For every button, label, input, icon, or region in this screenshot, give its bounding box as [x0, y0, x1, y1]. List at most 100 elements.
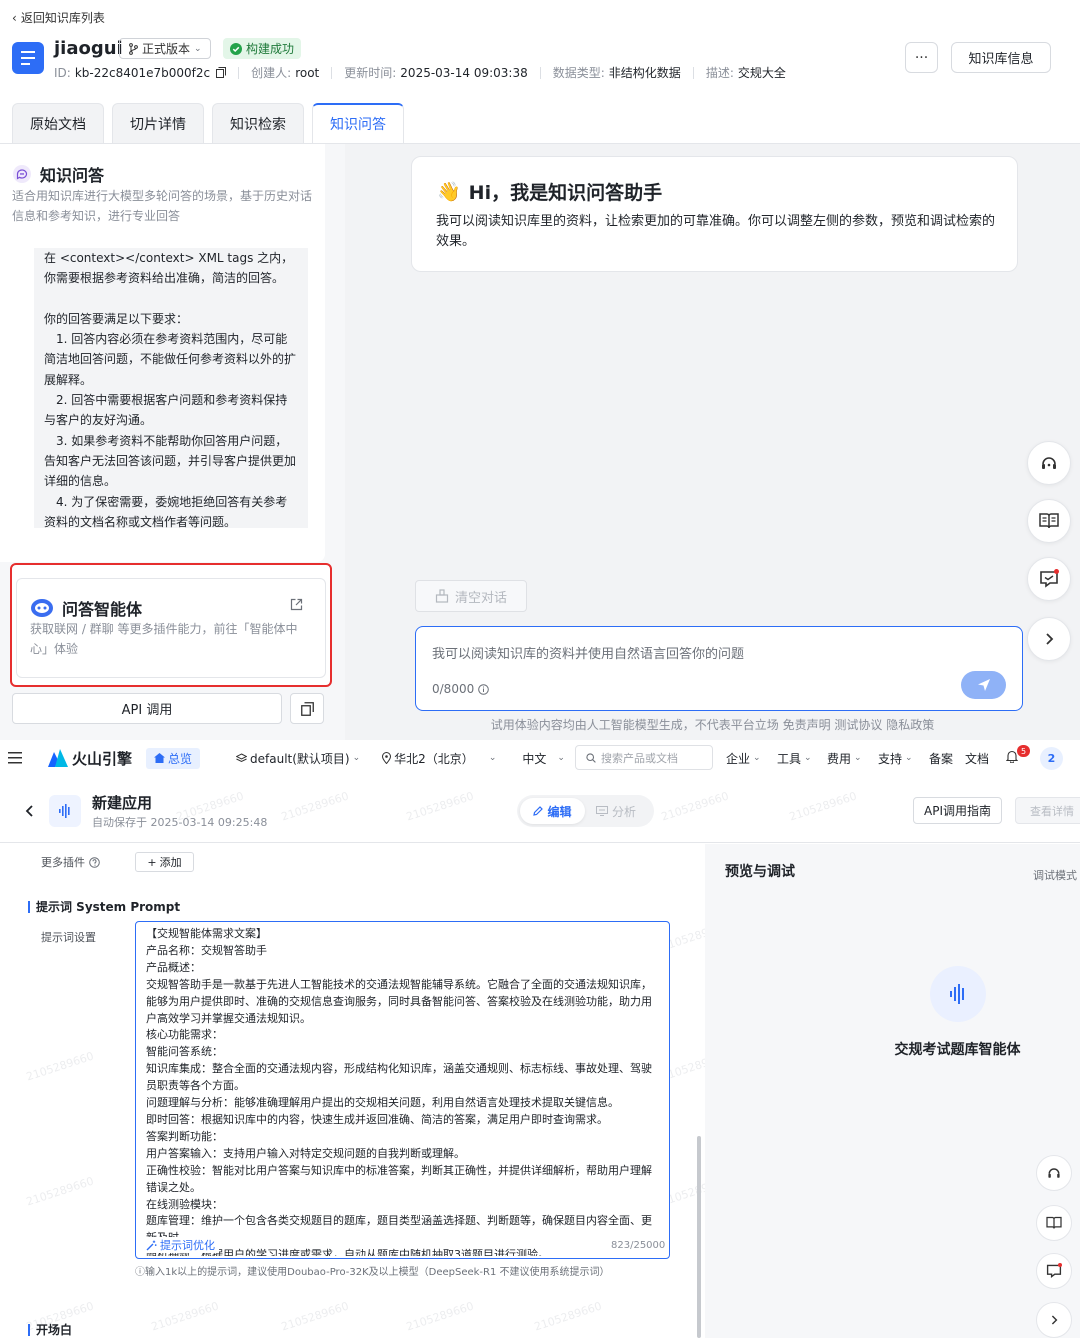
api-call-button[interactable]: API 调用	[12, 693, 282, 724]
qa-description: 适合用知识库进行大模型多轮问答的场景，基于历史对话信息和参考知识，进行专业回答	[12, 189, 313, 223]
top-nav: 火山引擎 总览 default(默认项目) ⌄ 华北2（北京） ⌄ 中文 ⌄ 企…	[0, 740, 1080, 776]
expand-button[interactable]	[1036, 1302, 1072, 1338]
external-link-icon[interactable]	[290, 598, 303, 611]
nav-support[interactable]: 支持 ⌄	[878, 750, 913, 767]
user-avatar[interactable]: 2	[1040, 747, 1063, 770]
search-icon	[586, 752, 596, 763]
qa-agent-title: 问答智能体	[30, 596, 142, 620]
chevron-down-icon: ⌄	[804, 753, 812, 763]
kb-id: kb-22c8401e7b000f2c	[74, 65, 211, 80]
qa-prompt-text[interactable]: 在 <context></context> XML tags 之内，你需要根据参…	[34, 248, 308, 528]
copy-icon[interactable]	[216, 67, 227, 78]
feedback-button[interactable]	[1027, 557, 1071, 601]
tab-retrieval[interactable]: 知识检索	[212, 103, 304, 143]
back-to-kb-list-link[interactable]: ‹ 返回知识库列表	[12, 9, 105, 26]
chevron-down-icon: ⌄	[488, 753, 497, 763]
docs-button[interactable]	[1027, 499, 1071, 543]
prompt-hint: ⓘ输入1k以上的提示词，建议使用Doubao-Pro-32K及以上模型（Deep…	[135, 1267, 610, 1278]
sound-wave-icon	[59, 804, 70, 818]
nav-overview[interactable]: 总览	[146, 747, 201, 769]
system-prompt-text: 【交规智能体需求文案】 产品名称：交规智答助手 产品概述： 交规智答助手是一款基…	[146, 927, 652, 1256]
add-plugin-button[interactable]: + 添加	[135, 852, 194, 872]
info-icon	[478, 683, 490, 695]
feedback-button[interactable]	[1036, 1253, 1072, 1289]
qa-agent-description: 获取联网 / 群聊 等更多插件能力，前往「智能体中心」体验	[30, 622, 298, 656]
tab-chunks[interactable]: 切片详情	[112, 103, 204, 143]
chevron-left-icon: ‹	[12, 10, 17, 25]
hamburger-menu-icon[interactable]	[8, 752, 22, 764]
kb-meta-row: ID: kb-22c8401e7b000f2c 创建人: root 更新时间: 202…	[54, 65, 786, 81]
welcome-title: 👋 Hi，我是知识问答助手	[437, 181, 663, 204]
branch-icon	[129, 42, 138, 55]
prompt-optimize-button[interactable]: 提示词优化	[146, 1237, 219, 1253]
disclaimer: 试用体验内容均由人工智能模型生成，不代表平台立场 免责声明 测试协议 隐私政策	[490, 718, 935, 732]
robot-icon	[31, 599, 53, 617]
pencil-icon	[533, 806, 544, 816]
scrollbar[interactable]	[697, 1136, 701, 1338]
chat-input-placeholder: 我可以阅读知识库的资料并使用自然语言回答你的问题	[432, 647, 745, 662]
app-builder-screen: 2105289660 2105289660 2105289660 2105289…	[0, 740, 1080, 1338]
api-guide-button[interactable]: API调用指南	[913, 797, 1002, 824]
plus-icon: +	[147, 855, 157, 869]
chart-icon	[596, 806, 608, 816]
chat-input[interactable]	[415, 626, 1023, 711]
expand-button[interactable]	[1027, 617, 1071, 661]
watermark: 2105289660	[532, 1299, 604, 1334]
chevron-left-icon[interactable]	[24, 804, 34, 818]
message-icon	[1040, 569, 1059, 588]
send-button[interactable]	[961, 671, 1006, 699]
book-icon	[1046, 1216, 1062, 1229]
knowledge-base-icon	[12, 42, 44, 74]
chevron-down-icon: ⌄	[194, 43, 202, 54]
product-search-input[interactable]: 搜索产品或文档	[575, 745, 713, 770]
tab-raw-docs[interactable]: 原始文档	[12, 103, 104, 143]
view-detail-button[interactable]: 查看详情	[1015, 797, 1080, 824]
chevron-down-icon: ⌄	[905, 753, 913, 763]
knowledge-base-screen: ‹ 返回知识库列表 jiaogui 正式版本 ⌄ 构建成功 ID: kb-22c8…	[0, 0, 1080, 740]
customer-service-button[interactable]	[1027, 441, 1071, 485]
more-button[interactable]: ···	[905, 42, 938, 73]
chevron-down-icon: ⌄	[854, 753, 862, 763]
customer-service-button[interactable]	[1036, 1155, 1072, 1191]
home-icon	[154, 753, 166, 763]
kb-tabs: 原始文档 切片详情 知识检索 知识问答	[12, 103, 404, 143]
wave-hand-icon: 👋	[437, 181, 461, 203]
clear-conversation-button[interactable]: 清空对话	[415, 580, 527, 612]
version-select[interactable]: 正式版本 ⌄	[119, 38, 211, 59]
nav-tools[interactable]: 工具 ⌄	[777, 750, 812, 767]
chevron-right-icon	[1046, 633, 1054, 645]
watermark: 2105289660	[149, 1299, 221, 1334]
project-select[interactable]: default(默认项目) ⌄	[236, 750, 360, 767]
chevron-down-icon: ⌄	[352, 753, 361, 763]
send-icon	[977, 679, 990, 691]
copy-icon	[300, 701, 314, 716]
copy-button[interactable]	[290, 693, 324, 724]
debug-mode-toggle[interactable]: 调试模式	[1033, 867, 1077, 883]
edit-mode-tab[interactable]: 编辑	[520, 798, 585, 824]
docs-button[interactable]	[1036, 1205, 1072, 1241]
broom-icon	[435, 589, 449, 603]
watermark: 2105289660	[24, 1049, 96, 1084]
kb-info-button[interactable]: 知识库信息	[951, 42, 1051, 73]
system-prompt-section-title: 提示词 System Prompt	[28, 898, 180, 915]
check-circle-icon	[230, 42, 242, 55]
agent-name: 交规考试题库智能体	[894, 1042, 1021, 1058]
chevron-down-icon: ⌄	[753, 753, 761, 763]
more-plugins-label: 更多插件	[41, 854, 100, 870]
nav-docs[interactable]: 文档	[965, 750, 989, 767]
char-counter: 0/8000	[432, 682, 490, 696]
nav-enterprise[interactable]: 企业 ⌄	[726, 750, 761, 767]
region-select[interactable]: 华北2（北京） ⌄	[382, 750, 496, 767]
chevron-down-icon: ⌄	[557, 753, 565, 763]
watermark: 2105289660	[279, 1299, 351, 1334]
agent-avatar	[930, 966, 986, 1022]
nav-billing[interactable]: 费用 ⌄	[827, 750, 862, 767]
tab-qa[interactable]: 知识问答	[312, 103, 404, 143]
watermark: 2105289660	[24, 1174, 96, 1209]
magic-wand-icon	[146, 1240, 157, 1250]
app-name: 新建应用	[92, 794, 153, 812]
analyze-mode-tab[interactable]: 分析	[596, 798, 636, 824]
language-select[interactable]: 中文 ⌄	[522, 750, 565, 767]
location-pin-icon	[382, 752, 392, 764]
nav-filing[interactable]: 备案	[929, 750, 953, 767]
